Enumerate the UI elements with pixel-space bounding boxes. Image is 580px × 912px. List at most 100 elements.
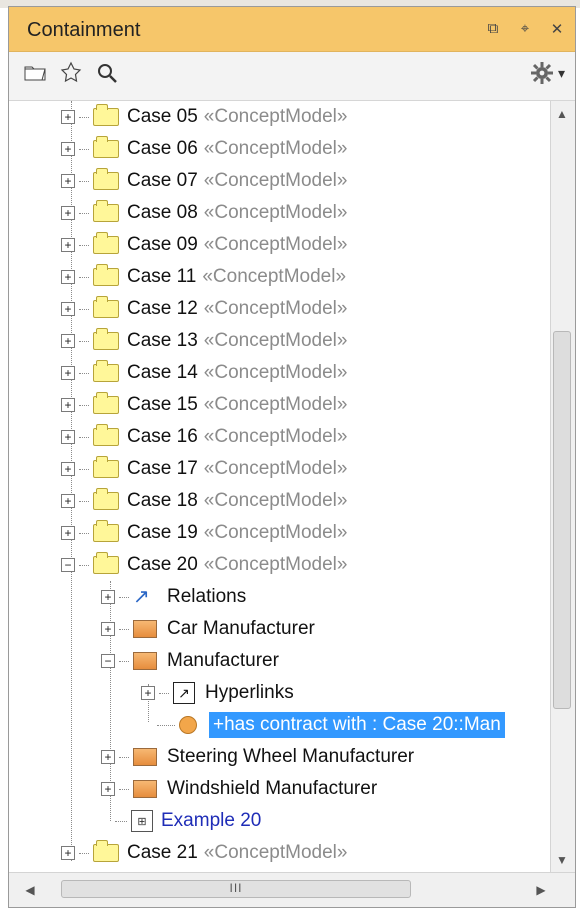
- close-icon[interactable]: ✕: [549, 20, 565, 38]
- expand-icon[interactable]: +: [61, 302, 75, 316]
- tree-item-car-manufacturer[interactable]: + Car Manufacturer: [101, 613, 315, 645]
- tree-item-label: Case 16: [127, 426, 198, 447]
- expand-icon[interactable]: +: [61, 110, 75, 124]
- horizontal-scrollbar[interactable]: ◀ III ▶: [9, 872, 575, 907]
- tree-item-case14[interactable]: + Case 14 «ConceptModel»: [61, 357, 347, 389]
- tree-item-case19[interactable]: + Case 19 «ConceptModel»: [61, 517, 347, 549]
- expand-icon[interactable]: +: [61, 430, 75, 444]
- tree-item-label: +has contract with : Case 20::Man: [209, 712, 505, 738]
- tree-item-label: Case 17: [127, 458, 198, 479]
- tree-item-label: Manufacturer: [167, 650, 279, 671]
- folder-icon: [93, 392, 119, 414]
- expand-icon[interactable]: +: [61, 238, 75, 252]
- scroll-right-arrow-icon[interactable]: ▶: [534, 883, 548, 897]
- tree-item-label: Case 08: [127, 202, 198, 223]
- pin-icon[interactable]: ⌖: [517, 20, 533, 38]
- horizontal-scroll-thumb[interactable]: III: [61, 880, 411, 898]
- tree-item-relations[interactable]: + ↗ Relations: [101, 581, 246, 613]
- expand-icon[interactable]: +: [61, 270, 75, 284]
- tree-item-label: Steering Wheel Manufacturer: [167, 746, 415, 767]
- tree-item-label: Case 19: [127, 522, 198, 543]
- diagram-icon: ⊞: [131, 810, 153, 832]
- stereotype-label: «ConceptModel»: [202, 266, 347, 287]
- chevron-down-icon[interactable]: ▾: [558, 65, 565, 82]
- tree-item-steering-wheel-manufacturer[interactable]: + Steering Wheel Manufacturer: [101, 741, 414, 773]
- scroll-down-arrow-icon[interactable]: ▼: [555, 853, 569, 867]
- tree-item-label: Windshield Manufacturer: [167, 778, 378, 799]
- tree-item-case07[interactable]: + Case 07 «ConceptModel»: [61, 165, 347, 197]
- scroll-up-arrow-icon[interactable]: ▲: [555, 107, 569, 121]
- tree-item-case18[interactable]: + Case 18 «ConceptModel»: [61, 485, 347, 517]
- stereotype-label: «ConceptModel»: [203, 202, 348, 223]
- stereotype-label: «ConceptModel»: [203, 298, 348, 319]
- folder-icon: [93, 232, 119, 254]
- tree-item-case05[interactable]: + Case 05 «ConceptModel»: [61, 101, 347, 133]
- expand-icon[interactable]: +: [61, 366, 75, 380]
- search-icon[interactable]: [95, 61, 119, 83]
- tree-item-hyperlinks[interactable]: + ↗ Hyperlinks: [141, 677, 294, 709]
- expand-icon[interactable]: +: [61, 334, 75, 348]
- tree-item-label: Case 06: [127, 138, 198, 159]
- expand-icon[interactable]: +: [101, 622, 115, 636]
- stereotype-label: «ConceptModel»: [203, 522, 348, 543]
- expand-icon[interactable]: +: [61, 142, 75, 156]
- property-icon: [179, 716, 197, 734]
- expand-icon[interactable]: +: [61, 526, 75, 540]
- tree-item-label: Case 12: [127, 298, 198, 319]
- vertical-scroll-thumb[interactable]: [553, 331, 571, 709]
- hyperlink-icon: ↗: [173, 682, 195, 704]
- stereotype-label: «ConceptModel»: [203, 330, 348, 351]
- tree-item-case09[interactable]: + Case 09 «ConceptModel»: [61, 229, 347, 261]
- collapse-icon[interactable]: −: [101, 654, 115, 668]
- expand-icon[interactable]: +: [101, 782, 115, 796]
- tree-item-label: Case 15: [127, 394, 198, 415]
- tree-item-case15[interactable]: + Case 15 «ConceptModel»: [61, 389, 347, 421]
- panel-titlebar: Containment ⧉ ⌖ ✕: [9, 7, 575, 52]
- folder-icon: [93, 488, 119, 510]
- scroll-left-arrow-icon[interactable]: ◀: [23, 883, 37, 897]
- tree-item-windshield-manufacturer[interactable]: + Windshield Manufacturer: [101, 773, 377, 805]
- tree-item-manufacturer[interactable]: − Manufacturer: [101, 645, 279, 677]
- expand-icon[interactable]: +: [61, 462, 75, 476]
- tree-item-case21[interactable]: + Case 21 «ConceptModel»: [61, 837, 347, 869]
- gear-icon[interactable]: [530, 61, 554, 85]
- vertical-scrollbar[interactable]: ▲ ▼: [550, 101, 575, 873]
- folder-icon: [93, 456, 119, 478]
- tree-item-case16[interactable]: + Case 16 «ConceptModel»: [61, 421, 347, 453]
- relation-icon: ↗: [133, 586, 150, 608]
- tree-item-label: Case 07: [127, 170, 198, 191]
- tree-item-label: Case 09: [127, 234, 198, 255]
- tree-item-case11[interactable]: + Case 11 «ConceptModel»: [61, 261, 346, 293]
- expand-icon[interactable]: +: [61, 174, 75, 188]
- folder-icon: [93, 520, 119, 542]
- tree-item-has-contract[interactable]: +has contract with : Case 20::Man: [157, 709, 505, 741]
- tree-item-label: Case 14: [127, 362, 198, 383]
- tree-item-case20[interactable]: − Case 20 «ConceptModel»: [61, 549, 347, 581]
- tree-item-case17[interactable]: + Case 17 «ConceptModel»: [61, 453, 347, 485]
- expand-icon[interactable]: +: [61, 206, 75, 220]
- tree-item-case06[interactable]: + Case 06 «ConceptModel»: [61, 133, 347, 165]
- expand-icon[interactable]: +: [61, 398, 75, 412]
- expand-icon[interactable]: +: [101, 750, 115, 764]
- stereotype-label: «ConceptModel»: [203, 106, 348, 127]
- class-icon: [133, 652, 157, 670]
- stereotype-label: «ConceptModel»: [203, 394, 348, 415]
- expand-icon[interactable]: +: [141, 686, 155, 700]
- tree-item-case13[interactable]: + Case 13 «ConceptModel»: [61, 325, 347, 357]
- open-folder-icon[interactable]: [23, 61, 47, 83]
- expand-icon[interactable]: +: [101, 590, 115, 604]
- expand-icon[interactable]: +: [61, 494, 75, 508]
- restore-icon[interactable]: ⧉: [485, 20, 501, 38]
- stereotype-label: «ConceptModel»: [203, 170, 348, 191]
- window-controls: ⧉ ⌖ ✕: [485, 20, 565, 38]
- folder-icon: [93, 840, 119, 862]
- collapse-icon[interactable]: −: [61, 558, 75, 572]
- expand-icon[interactable]: +: [61, 846, 75, 860]
- tree-item-example20[interactable]: ⊞ Example 20: [115, 805, 261, 837]
- folder-icon: [93, 136, 119, 158]
- class-icon: [133, 748, 157, 766]
- star-icon[interactable]: [59, 61, 83, 83]
- folder-icon: [93, 360, 119, 382]
- tree-item-case08[interactable]: + Case 08 «ConceptModel»: [61, 197, 347, 229]
- tree-item-case12[interactable]: + Case 12 «ConceptModel»: [61, 293, 347, 325]
